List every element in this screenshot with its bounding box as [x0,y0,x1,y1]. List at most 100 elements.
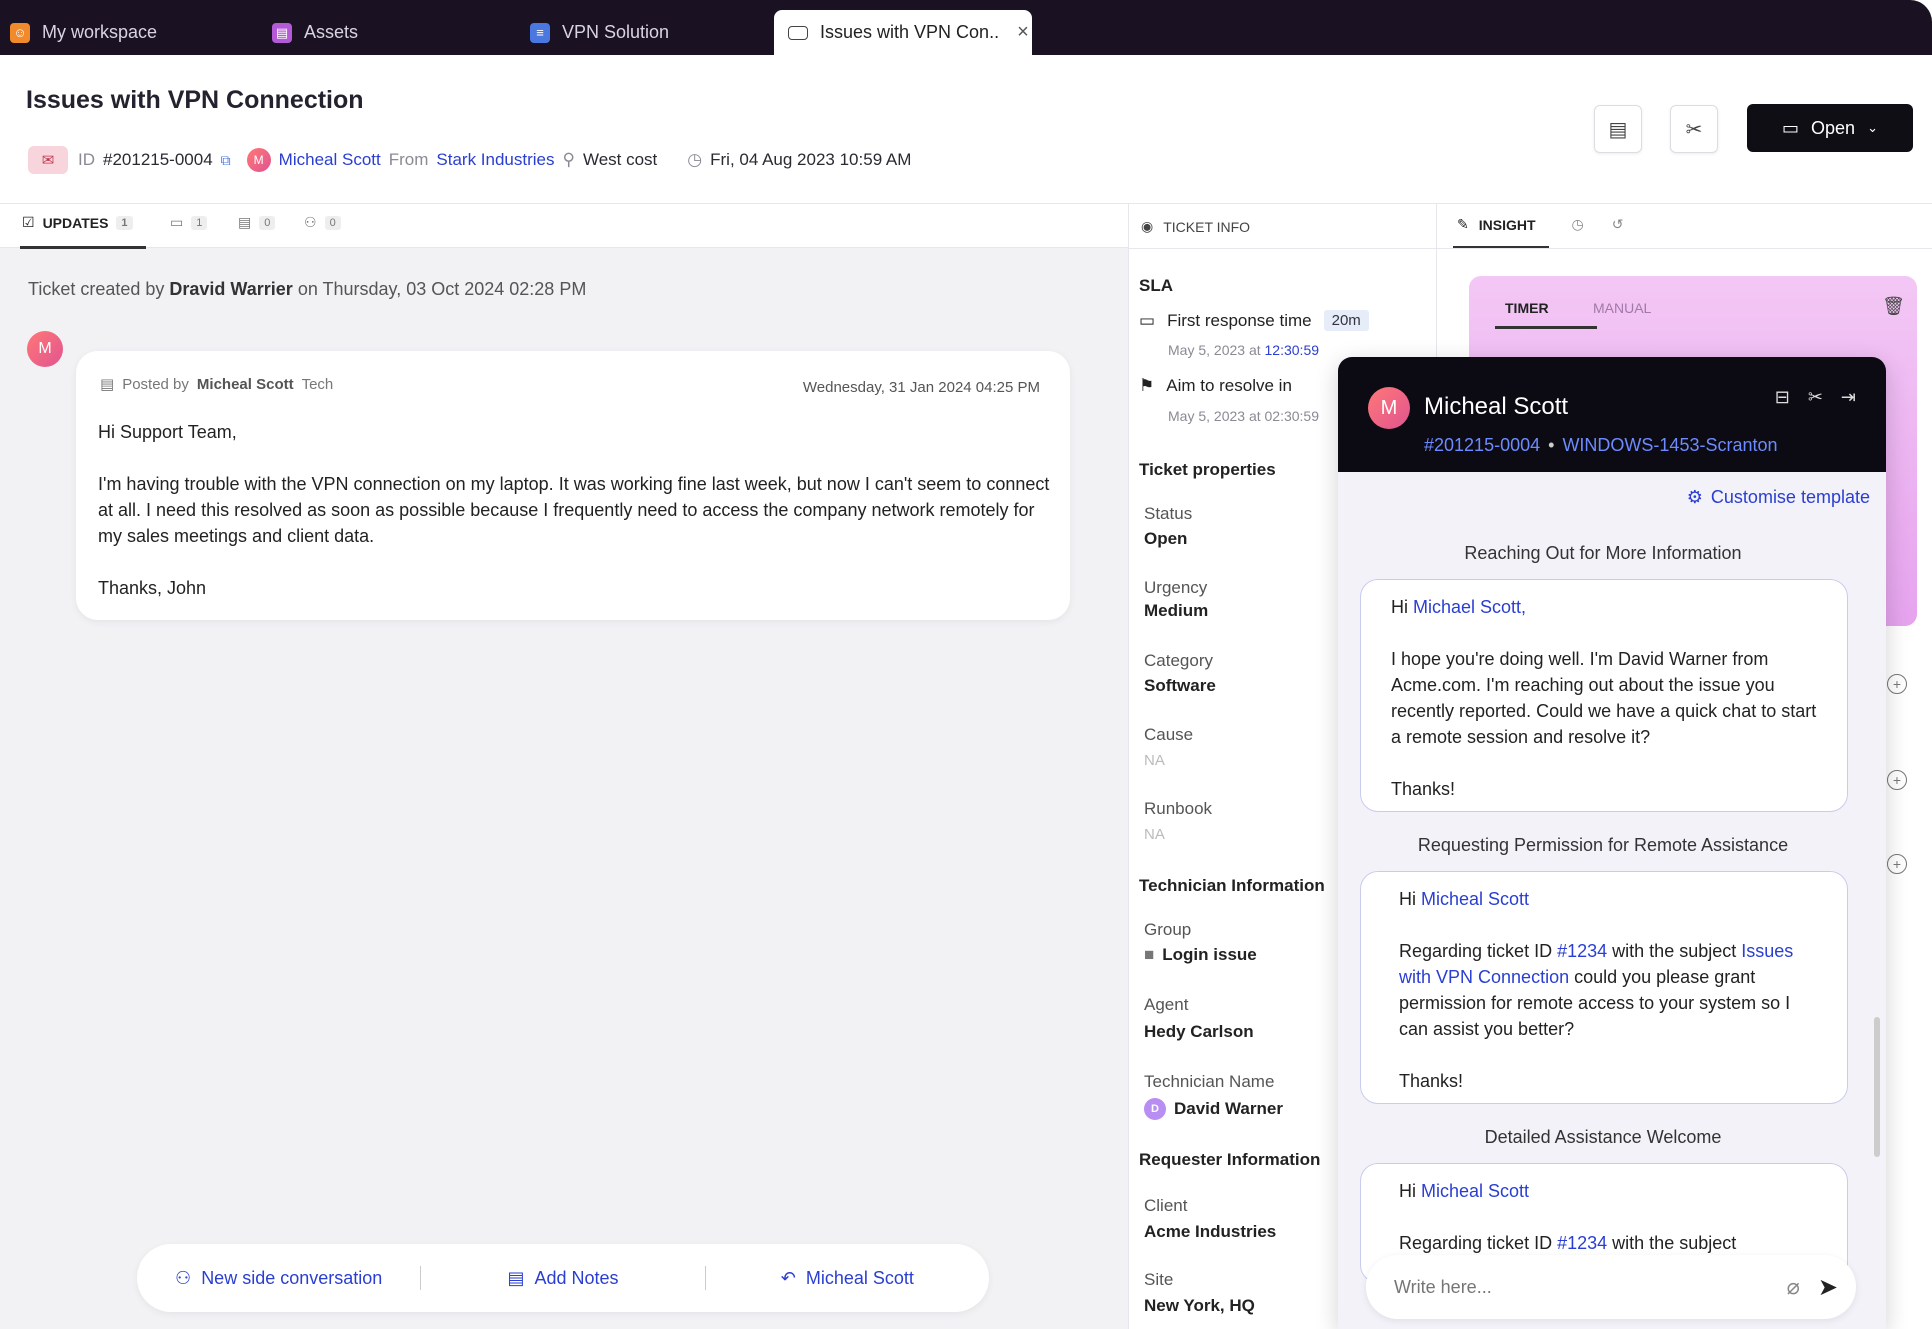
tab-comments[interactable]: ▭ 1 [170,214,208,231]
post-role: Tech [301,375,334,393]
group-label: Group [1144,920,1192,939]
ticket-icon: ▭ [1782,117,1800,138]
conversation-icon: ⚇ [175,1267,192,1288]
status-dropdown-button[interactable]: ▭ Open ⌄ [1747,104,1913,152]
tab-vpn-solution[interactable]: ≡ VPN Solution [520,10,669,55]
chat-input-bar: ⌀ ➤ [1366,1255,1856,1319]
group-name: Login issue [1162,945,1257,964]
reply-button[interactable]: ↶ Micheal Scott [706,1268,989,1289]
add-icon[interactable]: + [1887,674,1907,694]
add-notes-button[interactable]: ▤ Add Notes [421,1268,704,1289]
email-source-icon: ✉ [28,146,68,174]
requester-title: Requester Information [1139,1150,1321,1169]
trash-icon[interactable]: 🗑 [1882,296,1905,317]
tab-updates[interactable]: ☑ UPDATES 1 [22,214,133,231]
template-card[interactable]: Hi Micheal Scott Regarding ticket ID #12… [1360,871,1848,1104]
active-tab-indicator [1495,326,1597,329]
updates-tabs: ☑ UPDATES 1 ▭ 1 ▤ 0 ⚇ 0 [0,204,1128,249]
count-badge: 0 [324,215,341,230]
sla-resolve-date: May 5, 2023 at 02:30:59 [1168,408,1319,424]
urgency-value[interactable]: Medium [1144,601,1208,621]
tab-issues-vpn[interactable]: Issues with VPN Con.. × [774,10,1032,55]
chevron-down-icon: ⌄ [1867,120,1878,135]
template-title: Requesting Permission for Remote Assista… [1417,835,1789,855]
template-body: I hope you're doing well. I'm David Warn… [1391,649,1817,747]
count-badge: 1 [116,215,133,230]
chat-subtitle: #201215-0004 • WINDOWS-1453-Scranton [1424,435,1778,456]
tab-notes[interactable]: ▤ 0 [238,214,276,231]
copy-icon[interactable]: ⧉ [221,152,231,169]
tab-assets[interactable]: ▤ Assets [262,10,358,55]
posted-by-label: Posted by [122,375,189,393]
close-icon[interactable]: × [1017,21,1029,44]
status-value[interactable]: Open [1144,529,1187,549]
customise-template-link[interactable]: ⚙ Customise template [1687,487,1870,508]
info-icon: ◉ [1141,218,1154,234]
clock-icon: ◷ [687,150,703,169]
ticket-created-line: Ticket created by Dravid Warrier on Thur… [28,279,586,300]
send-icon[interactable]: ➤ [1818,1273,1838,1302]
tools-icon[interactable]: ✂ [1808,387,1823,408]
tab-manual[interactable]: MANUAL [1593,300,1651,316]
divider [1129,248,1436,249]
client-value[interactable]: Acme Industries [1144,1222,1276,1242]
count-badge: 1 [191,215,208,230]
tab-side-conversations[interactable]: ⚇ 0 [304,214,341,231]
post-date: Wednesday, 31 Jan 2024 04:25 PM [802,379,1040,396]
history-icon[interactable]: ↺ [1612,216,1624,233]
workspace-icon: ☺ [10,22,30,43]
tools-button[interactable]: ✂ [1670,105,1718,153]
add-icon[interactable]: + [1887,854,1907,874]
agent-value[interactable]: Hedy Carlson [1144,1022,1254,1042]
timer-icon[interactable]: ◷ [1572,216,1584,233]
sla-title: SLA [1139,276,1173,295]
cause-value[interactable]: NA [1144,752,1165,769]
greeting-prefix: Hi [1399,1181,1416,1201]
agent-label: Agent [1144,995,1189,1014]
reply-icon: ↶ [780,1267,796,1288]
exit-icon[interactable]: ⇥ [1841,387,1856,408]
chat-header: M Micheal Scott #201215-0004 • WINDOWS-1… [1338,357,1886,472]
add-icon[interactable]: + [1887,770,1907,790]
details-button[interactable]: ▤ [1594,105,1642,153]
count-badge: 0 [259,215,276,230]
tab-label: UPDATES [42,214,109,231]
ticket-meta: ✉ ID #201215-0004 ⧉ M Micheal Scott From… [28,146,911,174]
post-greeting: Hi Support Team, [98,422,237,442]
folder-icon: ■ [1144,945,1155,964]
note-icon: ▤ [238,214,252,230]
greeting-name: Micheal Scott [1421,1181,1530,1201]
sla-resolve: ⚑ Aim to resolve in [1139,376,1292,396]
minimize-icon[interactable]: ⊟ [1775,387,1790,408]
template-card[interactable]: Hi Michael Scott, I hope you're doing we… [1360,579,1848,812]
technician-name-value[interactable]: D David Warner [1144,1098,1283,1120]
new-side-conversation-button[interactable]: ⚇ New side conversation [137,1268,420,1289]
created-suffix: on Thursday, 03 Oct 2024 02:28 PM [297,279,587,299]
note-icon: ▤ [507,1267,525,1288]
ticket-ref[interactable]: #1234 [1557,1233,1607,1253]
company-link[interactable]: Stark Industries [436,150,554,170]
scrollbar[interactable] [1874,1017,1880,1157]
tab-my-workspace[interactable]: ☺ My workspace [0,10,157,55]
message-input[interactable] [1394,1276,1787,1298]
post-signoff: Thanks, John [98,578,207,598]
tab-label: Issues with VPN Con.. [820,22,1000,42]
tab-insight[interactable]: INSIGHT [1479,217,1536,233]
sla-date: May 5, 2023 at [1168,342,1261,358]
tab-timer[interactable]: TIMER [1505,300,1549,316]
sla-first-response-date: May 5, 2023 at 12:30:59 [1168,342,1319,358]
chat-device[interactable]: WINDOWS-1453-Scranton [1562,435,1777,456]
ticket-ref[interactable]: #1234 [1557,941,1607,961]
technician-title: Technician Information [1139,876,1325,895]
category-value[interactable]: Software [1144,676,1216,696]
site-value[interactable]: New York, HQ [1144,1296,1255,1316]
runbook-value[interactable]: NA [1144,826,1165,843]
template-greeting: Hi Michael Scott, [1391,594,1847,620]
chat-ticket-id[interactable]: #201215-0004 [1424,435,1540,456]
body-prefix: Regarding ticket ID [1399,941,1553,961]
technician-name: David Warner [1174,1099,1283,1118]
requester-link[interactable]: Micheal Scott [279,150,381,170]
group-value[interactable]: ■ Login issue [1144,945,1257,965]
comment-icon: ▭ [1139,310,1156,330]
attachment-icon[interactable]: ⌀ [1787,1274,1800,1300]
